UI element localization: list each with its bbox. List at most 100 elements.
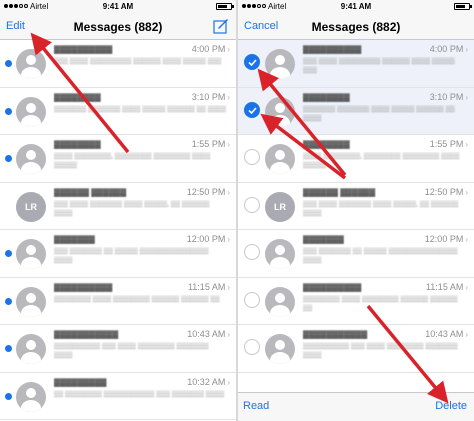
conversation-row[interactable]: ▓▓▓▓▓▓▓ 12:00 PM › ▒▒▒ ▒▒▒▒▒▒▒ ▒▒ ▒▒▒▒▒ ▒▒▒… [238,230,474,278]
conversation-row[interactable]: LR ▓▓▓▓▓▓ ▓▓▓▓▓▓ 12:50 PM › ▒▒▒ ▒▒▒▒ ▒▒▒▒▒▒▒… [0,182,236,230]
conversation-row[interactable]: ▓▓▓▓▓▓▓▓ 1:55 PM › ▒▒▒▒ ▒▒▒▒▒▒▒▒, ▒▒▒▒▒▒▒▒ … [238,135,474,183]
contact-name: ▓▓▓▓▓▓▓▓ [303,140,350,149]
avatar-placeholder-icon [16,144,46,174]
conversation-list: ▓▓▓▓▓▓▓▓▓▓ 4:00 PM › ▒▒▒ ▒▒▒▒ ▒▒▒▒▒▒▒▒▒ ▒▒▒… [238,40,474,373]
contact-name: ▓▓▓▓▓▓▓▓▓▓ [303,45,362,54]
chevron-right-icon: › [465,45,468,54]
conversation-row[interactable]: ▓▓▓▓▓▓▓▓▓▓ 4:00 PM › ▒▒▒ ▒▒▒▒ ▒▒▒▒▒▒▒▒▒ ▒▒▒… [0,40,236,88]
delete-button[interactable]: Delete [435,400,467,412]
message-time: 1:55 PM [191,139,226,149]
chevron-right-icon: › [227,187,230,197]
message-preview: ▒▒▒ ▒▒▒▒ ▒▒▒▒▒▒▒ ▒▒▒▒ ▒▒▒▒▒, ▒▒ ▒▒▒▒▒▒ ▒… [303,200,459,217]
avatar-placeholder-icon [265,239,295,269]
conversation-list: ▓▓▓▓▓▓▓▓▓▓ 4:00 PM › ▒▒▒ ▒▒▒▒ ▒▒▒▒▒▒▒▒▒ ▒▒▒… [0,40,236,420]
conversation-row[interactable]: ▓▓▓▓▓▓▓▓ 3:10 PM › ▒▒▒▒▒▒▒ ▒▒▒▒▒▒▒ ▒▒▒▒ ▒▒▒… [238,87,474,135]
page-title: Messages (882) [311,20,401,34]
message-time-wrap: 4:00 PM › [192,44,230,54]
message-time: 10:43 AM [187,329,226,339]
message-time-wrap: 10:32 AM › [187,377,230,387]
conversation-row[interactable]: ▓▓▓▓▓▓▓▓▓ 10:32 AM › ▒▒ ▒▒▒▒▒▒▒▒ ▒▒▒▒▒▒▒▒▒▒… [0,372,236,420]
navigation-bar: Cancel Messages (882) [238,13,474,40]
unread-indicator-icon [5,297,12,305]
message-time: 12:50 PM [186,186,226,197]
contact-name: ▓▓▓▓▓▓▓▓▓ [54,377,107,387]
select-checkbox[interactable] [244,339,260,355]
unread-indicator-icon [5,60,12,67]
avatar-placeholder-icon [265,286,295,317]
status-bar: Airtel 9:41 AM [0,0,236,13]
select-checkbox[interactable] [244,244,260,260]
message-time-wrap: 11:15 AM › [188,282,230,292]
message-preview: ▒▒▒▒▒▒▒▒▒▒ ▒▒▒ ▒▒▒▒ ▒▒▒▒▒▒▒▒ ▒▒▒▒▒▒▒ ▒▒▒… [54,343,209,359]
message-preview: ▒▒▒▒▒▒▒ ▒▒▒▒▒▒▒ ▒▒▒▒ ▒▒▒▒▒ ▒▒▒▒▒▒ ▒▒ ▒▒▒… [54,105,227,113]
message-time: 3:10 PM [429,91,464,102]
battery-icon [216,3,234,10]
contact-name: ▓▓▓▓▓▓ ▓▓▓▓▓▓ [303,187,376,197]
message-time: 1:55 PM [429,139,464,149]
contact-name: ▓▓▓▓▓▓ ▓▓▓▓▓▓ [54,187,127,197]
compose-icon[interactable] [213,18,229,34]
message-time-wrap: 4:00 PM › [430,44,468,54]
message-preview: ▒▒▒ ▒▒▒▒ ▒▒▒▒▒▒▒▒▒ ▒▒▒▒▒▒ ▒▒▒▒ ▒▒▒▒▒ ▒▒▒ [54,58,222,65]
chevron-right-icon: › [465,282,468,292]
contact-name: ▓▓▓▓▓▓▓▓▓▓ [54,282,113,292]
contact-name: ▓▓▓▓▓▓▓▓ [54,140,101,149]
message-preview: ▒▒ ▒▒▒▒▒▒▒▒ ▒▒▒▒▒▒▒▒▒▒▒ ▒▒▒ ▒▒▒▒▒▒▒ ▒▒▒▒ [54,390,225,398]
conversation-row[interactable]: LR ▓▓▓▓▓▓ ▓▓▓▓▓▓ 12:50 PM › ▒▒▒ ▒▒▒▒ ▒▒▒▒▒▒▒… [238,182,474,230]
avatar-placeholder-icon [16,49,46,79]
contact-name: ▓▓▓▓▓▓▓▓ [303,92,350,102]
chevron-right-icon: › [465,235,468,244]
message-preview: ▒▒▒▒▒▒▒▒▒▒ ▒▒▒ ▒▒▒▒ ▒▒▒▒▒▒▒▒ ▒▒▒▒▒▒▒ ▒▒▒… [303,343,458,359]
message-time: 11:15 AM [187,281,226,292]
contact-name: ▓▓▓▓▓▓▓▓▓▓ [303,282,362,292]
select-checkbox[interactable] [244,54,260,70]
chevron-right-icon: › [227,282,230,292]
unread-indicator-icon [5,107,12,115]
avatar-placeholder-icon [265,49,295,79]
select-checkbox[interactable] [244,196,260,213]
message-time-wrap: 12:00 PM › [187,234,230,244]
message-time-wrap: 1:55 PM › [430,139,468,149]
chevron-right-icon: › [227,45,230,54]
page-title: Messages (882) [73,20,163,34]
messages-list-panel: Airtel 9:41 AM Edit Messages (882) ▓▓▓▓▓… [0,0,236,421]
avatar-placeholder-icon [265,144,295,174]
message-preview: ▒▒▒ ▒▒▒▒ ▒▒▒▒▒▒▒▒▒ ▒▒▒▒▒▒ ▒▒▒▒ ▒▒▒▒▒ ▒▒▒ [303,58,455,74]
contact-name: ▓▓▓▓▓▓▓▓▓▓▓ [54,330,119,339]
conversation-row[interactable]: ▓▓▓▓▓▓▓▓ 1:55 PM › ▒▒▒▒ ▒▒▒▒▒▒▒▒, ▒▒▒▒▒▒▒▒ … [0,135,236,183]
select-checkbox[interactable] [244,149,260,165]
message-time-wrap: 10:43 AM › [187,329,230,339]
chevron-right-icon: › [227,140,230,149]
bottom-toolbar: Read Delete [238,392,474,421]
unread-indicator-icon [5,250,12,257]
select-checkbox[interactable] [244,291,260,308]
chevron-right-icon: › [227,377,230,387]
message-time: 3:10 PM [191,91,226,102]
message-time: 4:00 PM [429,44,464,54]
message-time-wrap: 12:00 PM › [425,234,468,244]
read-button[interactable]: Read [243,400,269,412]
conversation-row[interactable]: ▓▓▓▓▓▓▓▓ 3:10 PM › ▒▒▒▒▒▒▒ ▒▒▒▒▒▒▒ ▒▒▒▒ ▒▒▒… [0,87,236,135]
avatar-placeholder-icon [16,286,46,317]
contact-name: ▓▓▓▓▓▓▓▓ [54,92,101,102]
conversation-row[interactable]: ▓▓▓▓▓▓▓ 12:00 PM › ▒▒▒ ▒▒▒▒▒▒▒ ▒▒ ▒▒▒▒▒ ▒▒▒… [0,230,236,278]
conversation-row[interactable]: ▓▓▓▓▓▓▓▓▓▓▓ 10:43 AM › ▒▒▒▒▒▒▒▒▒▒ ▒▒▒ ▒▒▒▒ … [0,325,236,373]
conversation-row[interactable]: ▓▓▓▓▓▓▓▓▓▓ 4:00 PM › ▒▒▒ ▒▒▒▒ ▒▒▒▒▒▒▒▒▒ ▒▒▒… [238,40,474,88]
contact-name: ▓▓▓▓▓▓▓ [303,235,344,244]
conversation-row[interactable]: ▓▓▓▓▓▓▓▓▓▓▓ 10:43 AM › ▒▒▒▒▒▒▒▒▒▒ ▒▒▒ ▒▒▒▒ … [238,325,474,373]
battery-icon [454,3,472,10]
message-time: 12:50 PM [424,186,464,197]
contact-name: ▓▓▓▓▓▓▓▓▓▓ [54,45,113,54]
conversation-row[interactable]: ▓▓▓▓▓▓▓▓▓▓ 11:15 AM › ▒▒▒▒▒▒▒▒ ▒▒▒▒ ▒▒▒▒▒▒▒… [0,277,236,325]
unread-indicator-icon [5,392,12,400]
conversation-row[interactable]: ▓▓▓▓▓▓▓▓▓▓ 11:15 AM › ▒▒▒▒▒▒▒▒ ▒▒▒▒ ▒▒▒▒▒▒▒… [238,277,474,325]
select-checkbox[interactable] [244,101,260,118]
message-time: 4:00 PM [191,44,226,54]
avatar-placeholder-icon [265,96,295,127]
message-time: 10:32 AM [187,376,226,387]
message-preview: ▒▒▒ ▒▒▒▒▒▒▒ ▒▒ ▒▒▒▒▒ ▒▒▒▒▒▒▒▒▒▒▒▒▒▒▒ ▒▒▒… [54,248,209,264]
message-time: 12:00 PM [186,234,226,244]
message-time: 10:43 AM [425,329,464,339]
unread-indicator-icon [5,345,12,352]
avatar-placeholder-icon [16,381,46,412]
